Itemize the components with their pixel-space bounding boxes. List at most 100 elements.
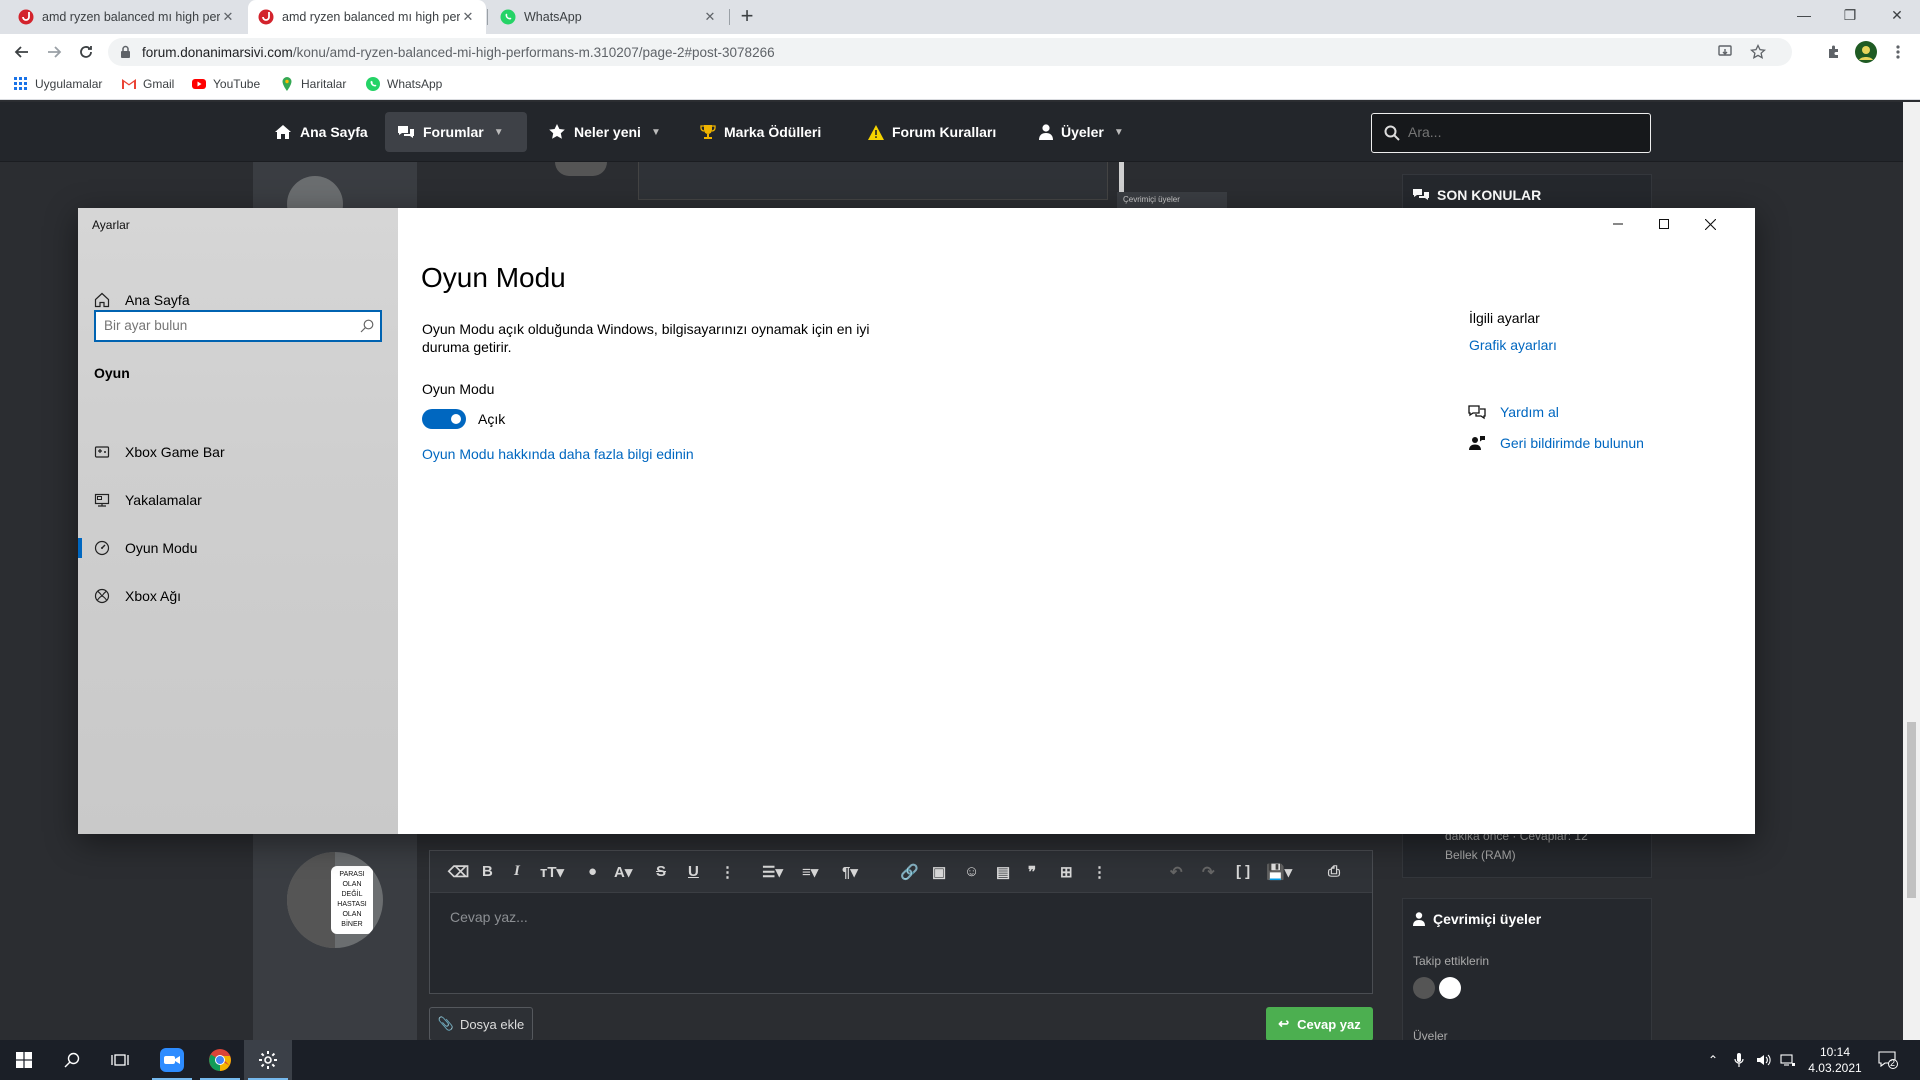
preview-icon[interactable]: ⎙ (1328, 863, 1340, 880)
caret-down-icon[interactable]: ▼ (1114, 127, 1124, 138)
nav-whats-new[interactable]: Neler yeni ▼ (536, 112, 673, 152)
settings-search-box[interactable] (94, 310, 382, 342)
nav-label: Xbox Game Bar (125, 444, 225, 460)
topic-forum[interactable]: Bellek (RAM) (1445, 848, 1516, 862)
page-scrollbar[interactable] (1903, 102, 1920, 1040)
tab-whatsapp[interactable]: WhatsApp ✕ (490, 0, 728, 34)
notifications-icon[interactable]: 2 (1878, 1040, 1898, 1080)
comments-icon (398, 126, 414, 138)
taskbar-chrome[interactable] (196, 1040, 244, 1080)
media-icon[interactable]: ▤ (996, 863, 1010, 881)
start-button[interactable] (0, 1040, 48, 1080)
nav-brand-awards[interactable]: Marka Ödülleri (688, 112, 833, 152)
nav-members[interactable]: Üyeler ▼ (1027, 112, 1136, 152)
minimize-icon[interactable]: — (1781, 0, 1827, 30)
settings-nav-xbox-network[interactable]: Xbox Ağı (78, 576, 398, 616)
forum-search-input[interactable] (1408, 124, 1638, 140)
feedback-link[interactable]: Geri bildirimde bulunun (1468, 435, 1644, 451)
bookmark-youtube[interactable]: YouTube (192, 77, 260, 91)
table-icon[interactable]: ⊞ (1060, 863, 1073, 881)
tab-close-icon[interactable]: ✕ (460, 9, 476, 25)
avatar-text-line: PARASI (339, 871, 365, 878)
back-button[interactable] (8, 38, 36, 66)
quote-icon[interactable]: ❞ (1028, 863, 1036, 881)
forward-button[interactable] (40, 38, 68, 66)
scroll-thumb[interactable] (1907, 722, 1916, 898)
taskbar-clock[interactable]: 10:14 4.03.2021 (1800, 1044, 1870, 1076)
taskbar-search-button[interactable] (48, 1040, 96, 1080)
bookmark-gmail[interactable]: Gmail (122, 77, 174, 91)
game-mode-toggle[interactable] (422, 409, 466, 429)
profile-avatar[interactable] (1852, 38, 1880, 66)
graphics-settings-link[interactable]: Grafik ayarları (1469, 337, 1557, 353)
nav-forum-rules[interactable]: Forum Kuralları (856, 112, 1008, 152)
link-icon[interactable]: 🔗 (900, 863, 919, 881)
microphone-icon[interactable] (1734, 1040, 1744, 1080)
bold-icon[interactable]: B (482, 863, 493, 880)
reload-button[interactable] (72, 38, 100, 66)
redo-icon[interactable]: ↷ (1202, 863, 1215, 881)
list-icon[interactable]: ☰▾ (762, 863, 783, 881)
star-icon[interactable] (1750, 44, 1766, 60)
more-vertical-icon[interactable]: ⋮ (1092, 863, 1107, 881)
close-icon[interactable]: ✕ (1874, 0, 1920, 30)
settings-search-input[interactable] (104, 318, 344, 333)
bbcode-icon[interactable]: [ ] (1236, 863, 1250, 880)
nav-forums[interactable]: Forumlar ▼ (385, 112, 527, 152)
tab-donanimarsivi-1[interactable]: amd ryzen balanced mı high perf ✕ (8, 0, 246, 34)
new-tab-button[interactable]: + (734, 4, 760, 30)
tab-donanimarsivi-2[interactable]: amd ryzen balanced mı high perf ✕ (248, 0, 486, 34)
donanimarsivi-favicon-icon (258, 9, 274, 25)
maximize-icon[interactable] (1641, 208, 1687, 240)
tab-title: amd ryzen balanced mı high perf (282, 10, 460, 24)
network-icon[interactable] (1780, 1040, 1796, 1080)
bookmark-whatsapp[interactable]: WhatsApp (366, 77, 442, 91)
minimize-icon[interactable] (1595, 208, 1641, 240)
tab-close-icon[interactable]: ✕ (702, 9, 718, 25)
save-draft-icon[interactable]: 💾▾ (1266, 863, 1292, 881)
eraser-icon[interactable]: ⌫ (448, 863, 469, 881)
forum-search-box[interactable] (1371, 113, 1651, 153)
reply-button[interactable]: ↩ Cevap yaz (1266, 1007, 1373, 1041)
paragraph-icon[interactable]: ¶▾ (842, 863, 858, 881)
learn-more-link[interactable]: Oyun Modu hakkında daha fazla bilgi edin… (422, 446, 694, 462)
reply-editor[interactable]: ⌫ B I тT▾ ● A▾ S U ⋮ ☰▾ ≡▾ ¶▾ 🔗 ▣ ☺ ▤ ❞ … (429, 850, 1373, 994)
more-vertical-icon[interactable]: ⋮ (720, 863, 735, 881)
bookmark-maps[interactable]: Haritalar (280, 77, 346, 91)
extensions-button[interactable] (1820, 38, 1848, 66)
bookmark-apps[interactable]: Uygulamalar (14, 77, 102, 91)
restore-icon[interactable]: ❐ (1827, 0, 1873, 30)
online-members-heading: Çevrimiçi üyeler (1413, 911, 1541, 927)
volume-icon[interactable] (1756, 1040, 1772, 1080)
image-icon[interactable]: ▣ (932, 863, 946, 881)
caret-down-icon[interactable]: ▼ (494, 127, 504, 138)
avatar[interactable] (1439, 977, 1461, 999)
address-bar[interactable]: forum.donanimarsivi.com/konu/amd-ryzen-b… (108, 38, 1792, 66)
settings-nav-captures[interactable]: Yakalamalar (78, 480, 398, 520)
attach-file-button[interactable]: 📎 Dosya ekle (429, 1007, 533, 1041)
tray-overflow-icon[interactable]: ⌃ (1708, 1040, 1718, 1080)
taskbar-zoom[interactable] (148, 1040, 196, 1080)
settings-nav-xbox-game-bar[interactable]: Xbox Game Bar (78, 432, 398, 472)
italic-icon[interactable]: I (514, 863, 520, 880)
taskbar-settings[interactable] (244, 1040, 292, 1080)
caret-down-icon[interactable]: ▼ (651, 127, 661, 138)
attach-label: Dosya ekle (459, 1016, 525, 1032)
align-icon[interactable]: ≡▾ (802, 863, 818, 881)
task-view-button[interactable] (96, 1040, 144, 1080)
close-icon[interactable] (1687, 208, 1733, 240)
install-app-icon[interactable] (1718, 45, 1732, 59)
smiley-icon[interactable]: ☺ (964, 863, 979, 880)
get-help-link[interactable]: Yardım al (1468, 404, 1559, 420)
settings-nav-game-mode[interactable]: Oyun Modu (78, 528, 398, 568)
font-size-icon[interactable]: тT▾ (540, 863, 564, 881)
chrome-menu-button[interactable] (1884, 38, 1912, 66)
palette-icon[interactable]: ● (588, 863, 597, 880)
undo-icon[interactable]: ↶ (1170, 863, 1183, 881)
avatar[interactable] (1413, 977, 1435, 999)
nav-home[interactable]: Ana Sayfa (262, 112, 380, 152)
tab-close-icon[interactable]: ✕ (220, 9, 236, 25)
underline-icon[interactable]: U (688, 863, 699, 880)
strikethrough-icon[interactable]: S (656, 863, 666, 880)
font-family-icon[interactable]: A▾ (614, 863, 632, 881)
